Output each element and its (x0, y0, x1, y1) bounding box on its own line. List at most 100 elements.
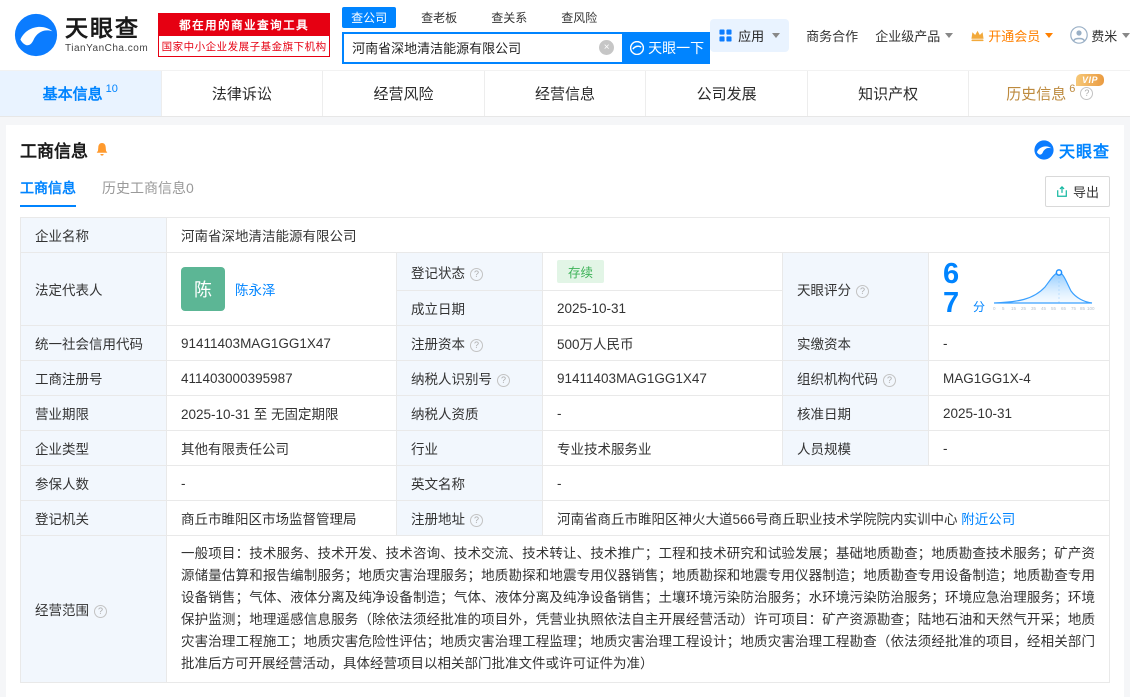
subtab-business-info[interactable]: 工商信息 (20, 178, 76, 207)
table-row: 经营范围 一般项目：技术服务、技术开发、技术咨询、技术交流、技术转让、技术推广；… (20, 535, 1110, 683)
tab-history-info[interactable]: VIP 历史信息 6 (969, 71, 1130, 116)
search-box (342, 31, 625, 64)
tab-intellectual-property[interactable]: 知识产权 (808, 71, 970, 116)
promo-banner: 都在用的商业查询工具 国家中小企业发展子基金旗下机构 (158, 13, 331, 57)
nearby-companies-link[interactable]: 附近公司 (961, 512, 1015, 527)
vip-badge: VIP (1076, 74, 1105, 86)
search-button[interactable]: 天眼一下 (624, 31, 711, 64)
svg-text:100: 100 (1087, 306, 1095, 311)
org-code-value: MAG1GG1X-4 (928, 360, 1110, 396)
help-icon[interactable] (470, 267, 483, 281)
help-icon[interactable] (470, 339, 483, 352)
brand-name: 天眼查 (1058, 143, 1110, 161)
user-menu[interactable]: 费米 (1070, 26, 1130, 45)
svg-text:5: 5 (1002, 306, 1005, 311)
user-avatar-icon (1070, 26, 1089, 44)
svg-text:65: 65 (1061, 306, 1067, 311)
chevron-down-icon (1122, 32, 1130, 38)
search-tabs: 查公司 查老板 查关系 查风险 (342, 6, 710, 28)
field-label: 参保人数 (20, 465, 167, 501)
field-label: 经营范围 (20, 535, 167, 683)
help-icon[interactable] (1080, 87, 1094, 100)
table-row: 统一社会信用代码 91411403MAG1GG1X47 注册资本 500万人民币… (20, 325, 1110, 361)
chevron-down-icon (945, 32, 954, 38)
field-label: 工商注册号 (20, 360, 167, 396)
company-name-value: 河南省深地清洁能源有限公司 (166, 217, 1110, 253)
clear-search-icon[interactable] (599, 40, 615, 55)
promo-line1: 都在用的商业查询工具 (159, 14, 330, 36)
reg-no-value: 411403000395987 (166, 360, 397, 396)
search-tab-risk[interactable]: 查风险 (552, 7, 606, 28)
tianyancha-logo[interactable]: 天眼查 TianYanCha.com (14, 13, 148, 57)
bell-icon[interactable] (95, 142, 109, 157)
section-title: 工商信息 (20, 142, 88, 161)
tab-operation-risk[interactable]: 经营风险 (323, 71, 485, 116)
field-label: 英文名称 (396, 465, 543, 501)
legal-rep-cell: 陈 陈永泽 (166, 252, 397, 326)
logo-domain: TianYanCha.com (65, 42, 149, 54)
tianyancha-logo-icon (1034, 139, 1054, 160)
enterprise-products-menu[interactable]: 企业级产品 (875, 26, 954, 45)
search-tab-boss[interactable]: 查老板 (412, 7, 466, 28)
reg-address-cell: 河南省商丘市睢阳区神火大道566号商丘职业技术学院院内实训中心 附近公司 (542, 500, 1110, 536)
help-icon[interactable] (856, 285, 869, 298)
search-tab-company[interactable]: 查公司 (342, 6, 397, 28)
chevron-down-icon (772, 32, 781, 38)
field-label: 企业名称 (20, 217, 167, 253)
header-menu: 应用 商务合作 企业级产品 开通会员 费米 (710, 18, 1130, 52)
company-nav-tabs: 基本信息 10 法律诉讼 经营风险 经营信息 公司发展 知识产权 VIP 历史信息… (0, 70, 1130, 117)
business-cooperation-link[interactable]: 商务合作 (806, 26, 858, 45)
tab-operation-info[interactable]: 经营信息 (485, 71, 647, 116)
insured-count-value: - (166, 465, 397, 501)
table-row: 企业名称 河南省深地清洁能源有限公司 (20, 217, 1110, 253)
business-info-table: 企业名称 河南省深地清洁能源有限公司 法定代表人 陈 陈永泽 登记状态 存续 天… (20, 217, 1110, 683)
business-info-card: 工商信息 天眼查 工商信息 历史工商信息0 导出 企业名称 河南省深地清洁能源有… (6, 125, 1124, 697)
reg-capital-value: 500万人民币 (542, 325, 783, 361)
export-icon (1056, 185, 1068, 198)
table-row: 参保人数 - 英文名称 - (20, 465, 1110, 501)
help-icon[interactable] (470, 514, 483, 527)
field-label: 实缴资本 (782, 325, 929, 361)
score-value: 67 (943, 258, 960, 319)
search-tab-relation[interactable]: 查关系 (482, 7, 536, 28)
export-button[interactable]: 导出 (1044, 176, 1110, 207)
help-icon[interactable] (94, 605, 107, 618)
open-vip-menu[interactable]: 开通会员 (970, 26, 1054, 45)
tab-company-development[interactable]: 公司发展 (646, 71, 808, 116)
page-content: 工商信息 天眼查 工商信息 历史工商信息0 导出 企业名称 河南省深地清洁能源有… (0, 117, 1130, 697)
industry-value: 专业技术服务业 (542, 430, 783, 466)
field-label: 登记机关 (20, 500, 167, 536)
table-row: 营业期限 2025-10-31 至 无固定期限 纳税人资质 - 核准日期 202… (20, 395, 1110, 431)
approve-date-value: 2025-10-31 (928, 395, 1110, 431)
legal-rep-link[interactable]: 陈永泽 (235, 279, 276, 299)
field-label: 纳税人识别号 (396, 360, 543, 396)
field-label: 法定代表人 (20, 252, 167, 326)
crown-icon (970, 29, 985, 42)
tab-count: 10 (105, 82, 118, 95)
help-icon[interactable] (497, 374, 510, 387)
reg-address-value: 河南省商丘市睢阳区神火大道566号商丘职业技术学院院内实训中心 (557, 512, 958, 527)
search-input[interactable] (344, 40, 600, 55)
score-cell: 67 分 0 5 15 25 35 45 55 65 75 85 100 (928, 252, 1110, 326)
table-row: 工商注册号 411403000395987 纳税人识别号 91411403MAG… (20, 360, 1110, 396)
subtab-history-business-info[interactable]: 历史工商信息0 (102, 178, 194, 207)
tax-quality-value: - (542, 395, 783, 431)
tab-legal-litigation[interactable]: 法律诉讼 (162, 71, 324, 116)
svg-text:35: 35 (1031, 306, 1037, 311)
search-button-icon (630, 40, 645, 55)
staff-size-value: - (928, 430, 1110, 466)
svg-text:45: 45 (1041, 306, 1047, 311)
apps-menu[interactable]: 应用 (710, 18, 790, 52)
field-label: 组织机构代码 (782, 360, 929, 396)
field-label: 注册资本 (396, 325, 543, 361)
help-icon[interactable] (883, 374, 896, 387)
tab-basic-info[interactable]: 基本信息 10 (0, 71, 162, 116)
legal-rep-avatar[interactable]: 陈 (181, 267, 225, 311)
table-row: 法定代表人 陈 陈永泽 登记状态 存续 天眼评分 67 分 (20, 252, 1110, 326)
field-label: 人员规模 (782, 430, 929, 466)
credit-code-value: 91411403MAG1GG1X47 (166, 325, 397, 361)
reg-authority-value: 商丘市睢阳区市场监督管理局 (166, 500, 397, 536)
svg-text:55: 55 (1051, 306, 1057, 311)
chevron-down-icon (1045, 32, 1054, 38)
svg-text:85: 85 (1080, 306, 1086, 311)
